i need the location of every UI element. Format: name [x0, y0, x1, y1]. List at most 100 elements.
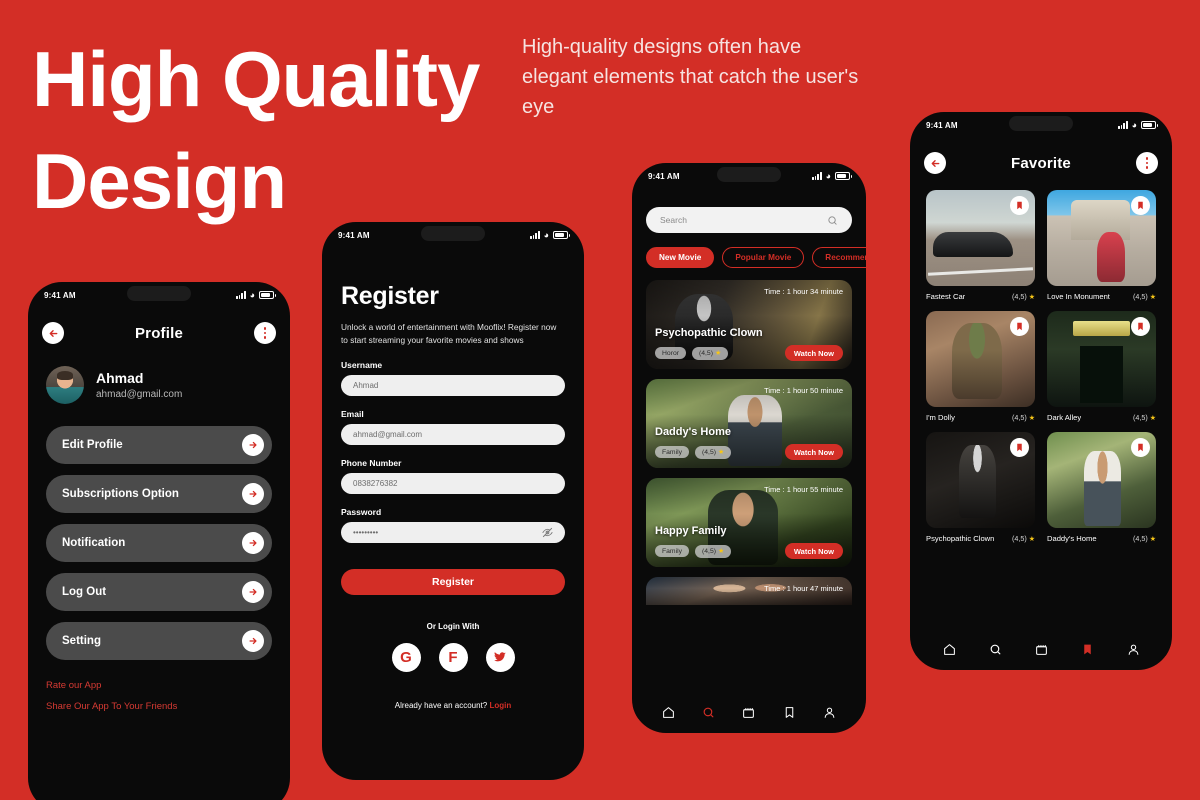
- movie-title: Happy Family: [655, 525, 727, 537]
- favorite-item-love-in-monument[interactable]: Love In Monument (4,5) ★: [1047, 190, 1156, 301]
- movie-card-psychopathic-clown[interactable]: Time : 1 hour 34 minute Psychopathic Clo…: [646, 280, 852, 369]
- favorite-thumbnail[interactable]: [1047, 311, 1156, 407]
- status-time: 9:41 AM: [44, 290, 76, 300]
- movie-duration: Time : 1 hour 47 minute: [764, 584, 843, 593]
- rate-our-app-link[interactable]: Rate our App: [46, 680, 272, 691]
- bookmark-button[interactable]: [1131, 438, 1150, 457]
- bookmark-icon: [1017, 201, 1022, 210]
- movie-list: Time : 1 hour 34 minute Psychopathic Clo…: [632, 280, 866, 567]
- page-title: Profile: [134, 324, 184, 342]
- more-options-button[interactable]: [253, 322, 276, 344]
- menu-item-log-out[interactable]: Log Out: [46, 573, 272, 611]
- menu-item-edit-profile[interactable]: Edit Profile: [46, 426, 272, 464]
- star-icon: ★: [718, 548, 725, 555]
- bottom-navigation-movies: [632, 706, 866, 719]
- password-input[interactable]: •••••••••: [341, 521, 565, 543]
- social-login-buttons: G F: [341, 642, 565, 672]
- user-name: Ahmad: [96, 370, 144, 386]
- phone-mockup-movies: 9:41 AM ◕ Search New Movie Popular Movie…: [632, 163, 866, 733]
- dynamic-island: [1009, 116, 1073, 131]
- favorite-thumbnail[interactable]: [1047, 190, 1156, 286]
- chip-recommended[interactable]: Recommended: [812, 247, 866, 268]
- menu-item-subscriptions-option[interactable]: Subscriptions Option: [46, 475, 272, 513]
- toggle-password-visibility-button[interactable]: [542, 527, 553, 538]
- chevron-right-button[interactable]: [242, 434, 264, 456]
- nav-home-icon[interactable]: [943, 643, 956, 656]
- status-time: 9:41 AM: [926, 120, 958, 130]
- search-placeholder: Search: [660, 215, 687, 225]
- more-options-button[interactable]: [1135, 152, 1158, 174]
- movie-card-partial[interactable]: Time : 1 hour 47 minute: [632, 577, 866, 605]
- profile-header: Profile: [28, 322, 290, 344]
- share-app-link[interactable]: Share Our App To Your Friends: [46, 701, 272, 712]
- bookmark-button[interactable]: [1131, 196, 1150, 215]
- star-icon: ★: [718, 449, 725, 456]
- bottom-navigation-favorite: [910, 643, 1172, 656]
- favorite-rating: (4,5) ★: [1133, 534, 1156, 543]
- email-label: Email: [341, 408, 364, 419]
- favorite-item-daddys-home[interactable]: Daddy's Home (4,5) ★: [1047, 432, 1156, 543]
- login-link[interactable]: Login: [489, 701, 511, 710]
- movie-card-daddys-home[interactable]: Time : 1 hour 50 minute Daddy's Home Fam…: [646, 379, 852, 468]
- profile-links: Rate our App Share Our App To Your Frien…: [28, 680, 290, 712]
- chevron-right-button[interactable]: [242, 532, 264, 554]
- watch-now-button[interactable]: Watch Now: [784, 543, 843, 559]
- google-login-button[interactable]: G: [391, 642, 421, 672]
- arrow-right-icon: [249, 490, 257, 498]
- favorite-thumbnail[interactable]: [926, 432, 1035, 528]
- movie-card-happy-family[interactable]: Time : 1 hour 55 minute Happy Family Fam…: [646, 478, 852, 567]
- nav-profile-icon[interactable]: [1127, 643, 1140, 656]
- twitter-login-button[interactable]: [485, 642, 515, 672]
- favorite-title: Dark Alley: [1047, 413, 1082, 422]
- favorite-thumbnail[interactable]: [1047, 432, 1156, 528]
- search-input[interactable]: Search: [646, 207, 852, 233]
- favorite-item-im-dolly[interactable]: I'm Dolly (4,5) ★: [926, 311, 1035, 422]
- category-filter-chips: New Movie Popular Movie Recommended: [632, 247, 866, 268]
- favorite-item-fastest-car[interactable]: Fastest Car (4,5) ★: [926, 190, 1035, 301]
- hero-title-line-1: High Quality: [32, 35, 480, 123]
- more-vertical-icon: [1145, 157, 1149, 169]
- favorite-item-psychopathic-clown[interactable]: Psychopathic Clown (4,5) ★: [926, 432, 1035, 543]
- facebook-login-button[interactable]: F: [438, 642, 468, 672]
- nav-search-icon[interactable]: [702, 706, 715, 719]
- menu-item-notification[interactable]: Notification: [46, 524, 272, 562]
- nav-bookmark-icon[interactable]: [783, 706, 796, 719]
- phone-number-input[interactable]: 0838276382: [341, 472, 565, 494]
- username-input[interactable]: Ahmad: [341, 374, 565, 396]
- nav-home-icon[interactable]: [662, 706, 675, 719]
- bookmark-button[interactable]: [1131, 317, 1150, 336]
- bookmark-icon: [1017, 443, 1022, 452]
- status-time: 9:41 AM: [338, 230, 370, 240]
- menu-item-setting[interactable]: Setting: [46, 622, 272, 660]
- favorite-thumbnail[interactable]: [926, 190, 1035, 286]
- bookmark-button[interactable]: [1010, 196, 1029, 215]
- bookmark-button[interactable]: [1010, 438, 1029, 457]
- movie-card-romance[interactable]: Time : 1 hour 47 minute: [646, 577, 852, 605]
- page-description: Unlock a world of entertainment with Moo…: [341, 322, 557, 345]
- watch-now-button[interactable]: Watch Now: [784, 345, 843, 361]
- nav-bookmark-icon[interactable]: [1081, 643, 1094, 656]
- bookmark-button[interactable]: [1010, 317, 1029, 336]
- chevron-right-button[interactable]: [242, 630, 264, 652]
- star-icon: ★: [1028, 414, 1035, 422]
- nav-clapperboard-icon[interactable]: [1035, 643, 1048, 656]
- signal-icon: [1118, 121, 1128, 129]
- nav-profile-icon[interactable]: [823, 706, 836, 719]
- chevron-right-button[interactable]: [242, 581, 264, 603]
- favorite-thumbnail[interactable]: [926, 311, 1035, 407]
- chip-popular-movie[interactable]: Popular Movie: [722, 247, 805, 268]
- star-icon: ★: [714, 350, 722, 357]
- chevron-right-button[interactable]: [242, 483, 264, 505]
- nav-search-icon[interactable]: [989, 643, 1002, 656]
- watch-now-button[interactable]: Watch Now: [784, 444, 843, 460]
- back-button[interactable]: [42, 322, 64, 344]
- favorite-item-dark-alley[interactable]: Dark Alley (4,5) ★: [1047, 311, 1156, 422]
- arrow-left-icon: [931, 159, 939, 167]
- register-submit-button[interactable]: Register: [341, 568, 565, 595]
- back-button[interactable]: [924, 152, 946, 174]
- favorite-rating: (4,5) ★: [1133, 413, 1156, 422]
- google-icon: G: [400, 648, 412, 666]
- nav-clapperboard-icon[interactable]: [742, 706, 755, 719]
- chip-new-movie[interactable]: New Movie: [646, 247, 715, 268]
- email-input[interactable]: ahmad@gmail.com: [341, 423, 565, 445]
